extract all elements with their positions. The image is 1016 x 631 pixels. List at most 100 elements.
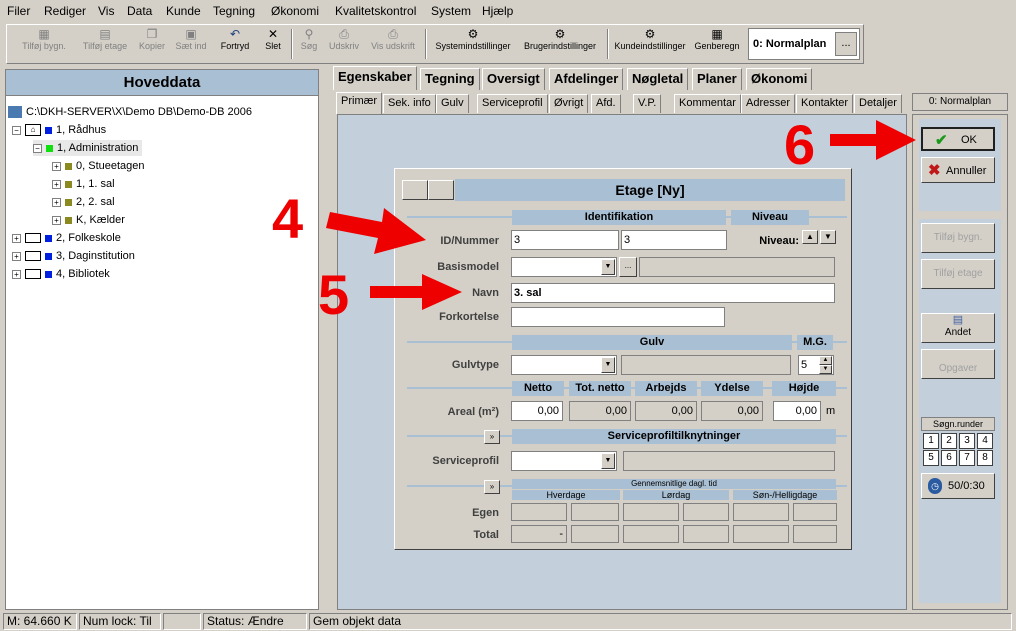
cancel-button[interactable]: ✖ Annuller (921, 157, 995, 183)
soign-number[interactable]: 8 (977, 450, 993, 466)
menu-okonomi[interactable]: Økonomi (271, 4, 319, 18)
basismodel-select[interactable]: ▼ (511, 257, 617, 277)
number-field[interactable]: 3 (621, 230, 727, 250)
tab-kontakter[interactable]: Kontakter (796, 94, 854, 113)
recalculate-button[interactable]: ▦ Genberegn (691, 27, 743, 61)
add-building-button[interactable]: ▦ Tilføj bygn. (17, 27, 71, 61)
egen-cell (571, 503, 619, 521)
menu-data[interactable]: Data (127, 4, 152, 18)
tab-egenskaber[interactable]: Egenskaber (333, 66, 417, 90)
serviceprofil-select[interactable]: ▼ (511, 451, 617, 471)
menu-vis[interactable]: Vis (98, 4, 114, 18)
tab-afdelinger[interactable]: Afdelinger (549, 68, 624, 90)
tasks-button[interactable]: Opgaver (921, 349, 995, 379)
soign-number[interactable]: 2 (941, 433, 957, 449)
tree-node-selected[interactable]: −1, Administration (33, 140, 143, 156)
chevron-down-icon[interactable]: ▼ (601, 453, 615, 469)
abbreviation-field[interactable] (511, 307, 725, 327)
netto-field[interactable]: 0,00 (511, 401, 563, 421)
tree-node[interactable]: +2, 2. sal (52, 194, 115, 210)
dialog-left-button[interactable] (402, 180, 428, 200)
tree-node[interactable]: +0, Stueetagen (52, 158, 145, 174)
id-field[interactable]: 3 (511, 230, 619, 250)
expand-service-button[interactable]: » (484, 430, 500, 444)
tree-node[interactable]: +4, Bibliotek (12, 266, 110, 282)
tree-node[interactable]: +3, Daginstitution (12, 248, 135, 264)
tab-okonomi[interactable]: Økonomi (746, 68, 813, 90)
tab-sek-info[interactable]: Sek. info (383, 94, 436, 113)
expand-icon[interactable]: + (12, 233, 21, 243)
chevron-down-icon[interactable]: ▼ (601, 259, 615, 275)
expand-icon[interactable]: + (52, 197, 61, 207)
menu-kunde[interactable]: Kunde (166, 4, 201, 18)
tree-node[interactable]: − ⌂ 1, Rådhus (12, 122, 106, 138)
expand-icon[interactable]: + (52, 161, 61, 171)
print-preview-button[interactable]: ⎙ Vis udskrift (367, 27, 419, 61)
soign-number[interactable]: 1 (923, 433, 939, 449)
soign-number[interactable]: 3 (959, 433, 975, 449)
level-down-button[interactable]: ▼ (820, 230, 836, 244)
level-up-button[interactable]: ▲ (802, 230, 818, 244)
expand-icon[interactable]: + (52, 179, 61, 189)
tab-vp[interactable]: V.P. (633, 94, 662, 113)
tree-node[interactable]: +1, 1. sal (52, 176, 115, 192)
mg-down-icon[interactable]: ▼ (819, 365, 832, 374)
basismodel-browse-button[interactable]: ... (619, 257, 637, 277)
menu-kvalitetskontrol[interactable]: Kvalitetskontrol (335, 4, 416, 18)
soign-number[interactable]: 4 (977, 433, 993, 449)
tab-gulv[interactable]: Gulv (436, 94, 469, 113)
menu-tegning[interactable]: Tegning (213, 4, 255, 18)
collapse-icon[interactable]: − (12, 125, 21, 135)
ok-button[interactable]: ✔ OK (921, 127, 995, 151)
dialog-right-button[interactable] (428, 180, 454, 200)
print-button[interactable]: ⎙ Udskriv (325, 27, 363, 61)
chevron-down-icon[interactable]: ▼ (601, 357, 615, 373)
expand-icon[interactable]: + (12, 251, 21, 261)
menu-hjaelp[interactable]: Hjælp (482, 4, 513, 18)
memory-status: M: 64.660 K (3, 613, 77, 630)
soign-number[interactable]: 5 (923, 450, 939, 466)
undo-button[interactable]: ↶ Fortryd (215, 27, 255, 61)
other-button[interactable]: ▤ Andet (921, 313, 995, 343)
tab-oversigt[interactable]: Oversigt (482, 68, 545, 90)
customer-settings-button[interactable]: ⚙ Kundeindstillinger (613, 27, 687, 61)
add-floor-side-button[interactable]: Tilføj etage (921, 259, 995, 289)
tab-detaljer[interactable]: Detaljer (854, 94, 902, 113)
tab-planer[interactable]: Planer (692, 68, 742, 90)
floor-type-select[interactable]: ▼ (511, 355, 617, 375)
tab-oevrigt[interactable]: Øvrigt (549, 94, 589, 113)
delete-button[interactable]: ✕ Slet (261, 27, 285, 61)
tab-afd[interactable]: Afd. (591, 94, 621, 113)
expand-daily-button[interactable]: » (484, 480, 500, 494)
paste-button[interactable]: ▣ Sæt ind (173, 27, 209, 61)
hojde-field[interactable]: 0,00 (773, 401, 821, 421)
soign-number[interactable]: 6 (941, 450, 957, 466)
plan-browse-button[interactable]: ... (835, 32, 857, 56)
tab-tegning[interactable]: Tegning (420, 68, 480, 90)
menu-system[interactable]: System (431, 4, 471, 18)
copy-button[interactable]: ❐ Kopier (137, 27, 167, 61)
tab-adresser[interactable]: Adresser (741, 94, 796, 113)
tab-kommentar[interactable]: Kommentar (674, 94, 741, 113)
tab-primaer[interactable]: Primær (336, 92, 383, 114)
user-settings-button[interactable]: ⚙ Brugerindstillinger (519, 27, 601, 61)
system-settings-button[interactable]: ⚙ Systemindstillinger (431, 27, 515, 61)
expand-icon[interactable]: + (12, 269, 21, 279)
add-building-side-button[interactable]: Tilføj bygn. (921, 223, 995, 253)
menu-filer[interactable]: Filer (7, 4, 30, 18)
time-counter-button[interactable]: ◷ 50/0:30 (921, 473, 995, 499)
menu-rediger[interactable]: Rediger (44, 4, 86, 18)
tree-node[interactable]: +2, Folkeskole (12, 230, 121, 246)
tree-root[interactable]: C:\DKH-SERVER\X\Demo DB\Demo-DB 2006 (8, 104, 252, 120)
search-button[interactable]: ⚲ Søg (297, 27, 321, 61)
tab-noegletal[interactable]: Nøgletal (627, 68, 689, 90)
tree-node[interactable]: + K, Kælder (52, 212, 125, 228)
soign-number[interactable]: 7 (959, 450, 975, 466)
collapse-icon[interactable]: − (33, 143, 42, 153)
tab-serviceprofil[interactable]: Serviceprofil (477, 94, 548, 113)
plan-selector[interactable]: 0: Normalplan ... (748, 28, 860, 60)
add-floor-button[interactable]: ▤ Tilføj etage (79, 27, 131, 61)
expand-icon[interactable]: + (52, 215, 61, 225)
mg-up-icon[interactable]: ▲ (819, 356, 832, 365)
name-field[interactable]: 3. sal (511, 283, 835, 303)
